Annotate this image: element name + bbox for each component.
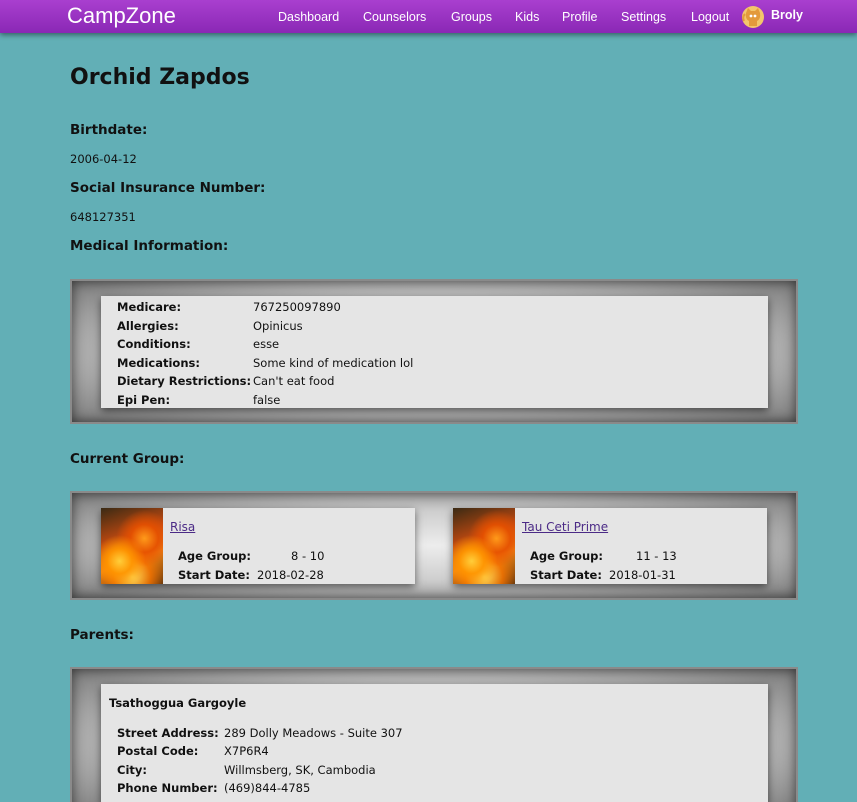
octocat-avatar-icon[interactable] — [741, 5, 765, 29]
birthdate-label: Birthdate: — [70, 122, 148, 138]
group-card-risa[interactable]: Risa Age Group: 8 - 10 Start Date: 2018-… — [101, 508, 415, 584]
city-key: City: — [117, 763, 147, 777]
medical-card: Medicare: 767250097890 Allergies: Opinic… — [101, 296, 768, 408]
nav-groups[interactable]: Groups — [451, 10, 492, 24]
group-link-risa[interactable]: Risa — [170, 520, 195, 534]
medical-panel: Medicare: 767250097890 Allergies: Opinic… — [70, 279, 798, 424]
parent-name: Tsathoggua Gargoyle — [109, 696, 247, 710]
birthdate-value: 2006-04-12 — [70, 152, 137, 166]
conditions-key: Conditions: — [117, 337, 191, 351]
conditions-value: esse — [253, 337, 280, 351]
medications-value: Some kind of medication lol — [253, 356, 414, 370]
postal-value: X7P6R4 — [224, 744, 269, 758]
age-group-key: Age Group: — [530, 549, 603, 563]
allergies-key: Allergies: — [117, 319, 179, 333]
kid-name-title: Orchid Zapdos — [70, 65, 250, 90]
age-group-value: 11 - 13 — [636, 549, 677, 563]
groups-panel: Risa Age Group: 8 - 10 Start Date: 2018-… — [70, 491, 798, 600]
parent-card: Tsathoggua Gargoyle Street Address: 289 … — [101, 684, 768, 802]
group-image — [101, 508, 163, 584]
medicare-key: Medicare: — [117, 300, 182, 314]
group-card-tau-ceti-prime[interactable]: Tau Ceti Prime Age Group: 11 - 13 Start … — [453, 508, 767, 584]
start-date-key: Start Date: — [178, 568, 250, 582]
age-group-key: Age Group: — [178, 549, 251, 563]
medications-key: Medications: — [117, 356, 200, 370]
start-date-key: Start Date: — [530, 568, 602, 582]
current-group-label: Current Group: — [70, 451, 185, 467]
nav-profile[interactable]: Profile — [562, 10, 597, 24]
username-label[interactable]: Broly — [771, 8, 803, 22]
street-value: 289 Dolly Meadows - Suite 307 — [224, 726, 403, 740]
medical-info-label: Medical Information: — [70, 238, 229, 254]
start-date-value: 2018-02-28 — [257, 568, 324, 582]
medicare-value: 767250097890 — [253, 300, 341, 314]
nav-settings[interactable]: Settings — [621, 10, 666, 24]
nav-links: Dashboard Counselors Groups Kids Profile… — [0, 10, 857, 30]
epipen-key: Epi Pen: — [117, 393, 171, 407]
dietary-value: Can't eat food — [253, 374, 335, 388]
start-date-value: 2018-01-31 — [609, 568, 676, 582]
parents-label: Parents: — [70, 627, 134, 643]
sin-value: 648127351 — [70, 210, 136, 224]
sin-label: Social Insurance Number: — [70, 180, 266, 196]
street-key: Street Address: — [117, 726, 219, 740]
top-navbar: CampZone Dashboard Counselors Groups Kid… — [0, 0, 857, 33]
phone-key: Phone Number: — [117, 781, 218, 795]
allergies-value: Opinicus — [253, 319, 303, 333]
age-group-value: 8 - 10 — [291, 549, 325, 563]
postal-key: Postal Code: — [117, 744, 199, 758]
epipen-value: false — [253, 393, 281, 407]
group-image — [453, 508, 515, 584]
dietary-key: Dietary Restrictions: — [117, 374, 252, 388]
group-link-tau-ceti-prime[interactable]: Tau Ceti Prime — [522, 520, 608, 534]
parents-panel: Tsathoggua Gargoyle Street Address: 289 … — [70, 667, 798, 802]
nav-dashboard[interactable]: Dashboard — [278, 10, 339, 24]
nav-counselors[interactable]: Counselors — [363, 10, 426, 24]
nav-kids[interactable]: Kids — [515, 10, 539, 24]
phone-value: (469)844-4785 — [224, 781, 311, 795]
nav-logout[interactable]: Logout — [691, 10, 729, 24]
city-value: Willmsberg, SK, Cambodia — [224, 763, 376, 777]
